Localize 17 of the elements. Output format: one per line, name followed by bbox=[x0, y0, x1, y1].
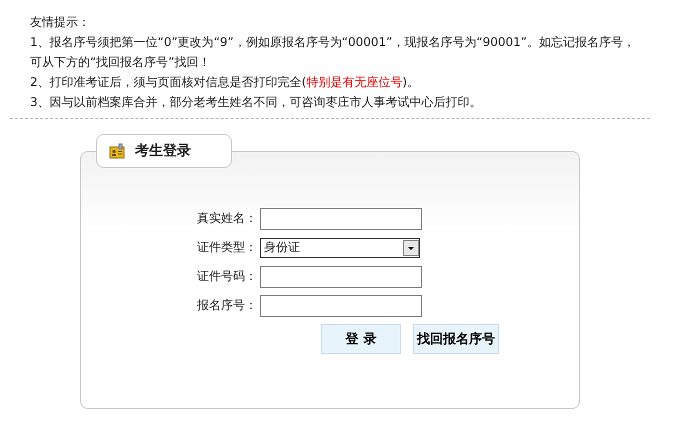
notice-text: 2、打印准考证后，须与页面核对信息是否打印完全(特别是有无座位号)。 bbox=[30, 74, 420, 91]
input-field[interactable] bbox=[260, 266, 422, 288]
notice-text: 1、报名序号须把第一位“0”更改为“9”，例如原报名序号为“00001”，现报名序号为“90001”。如忘记报名序号，可从下方的“找回报名序号”找回！ bbox=[30, 34, 636, 71]
select-field[interactable]: 身份证 bbox=[260, 238, 420, 258]
field-label: 报名序号： bbox=[196, 297, 257, 314]
caret-icon bbox=[403, 240, 419, 256]
input-field[interactable] bbox=[260, 294, 422, 316]
id-card-icon bbox=[109, 143, 125, 159]
form-button[interactable]: 找回报名序号 bbox=[413, 324, 499, 354]
input-field[interactable] bbox=[260, 208, 422, 230]
notice-title: 友情提示： bbox=[30, 14, 91, 31]
field-label: 真实姓名： bbox=[196, 210, 257, 227]
field-label: 证件号码： bbox=[196, 268, 257, 285]
panel-title: 考生登录 bbox=[135, 142, 191, 160]
form-button[interactable]: 登 录 bbox=[321, 324, 401, 354]
notice-text: 3、因与以前档案库合并，部分老考生姓名不同，可咨询枣庄市人事考试中心后打印。 bbox=[30, 94, 483, 111]
field-label: 证件类型： bbox=[196, 239, 257, 256]
